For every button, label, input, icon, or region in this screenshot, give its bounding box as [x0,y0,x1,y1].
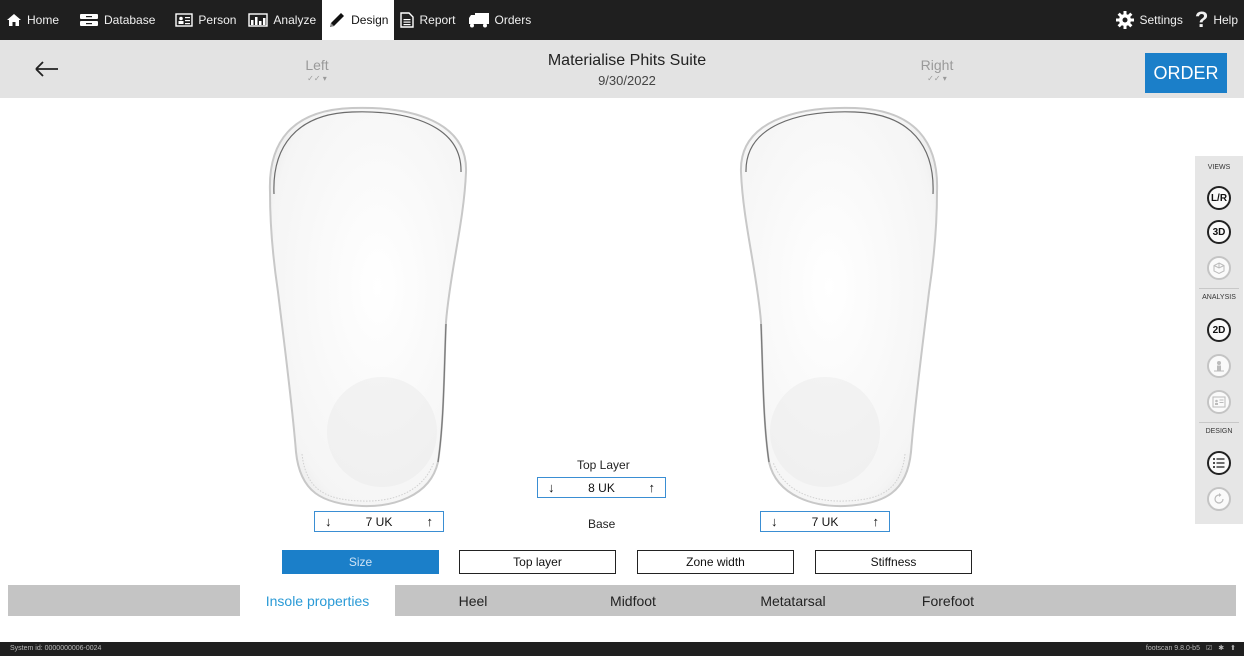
section-tab-bar: Insole properties Heel Midfoot Metatarsa… [8,585,1236,616]
design-section-label: DESIGN [1205,428,1233,435]
arrow-up-icon[interactable]: ↑ [427,514,434,529]
back-button[interactable] [32,54,62,84]
nav-report-label: Report [419,13,456,27]
base-label: Base [588,517,616,531]
top-layer-label: Top Layer [577,458,630,472]
nav-orders[interactable]: Orders [462,0,538,40]
right-foot-selector[interactable]: Right ✓✓ ▾ [897,57,977,83]
tab-heel[interactable]: Heel [428,585,518,616]
right-insole[interactable] [733,102,945,512]
nav-person-label: Person [198,13,237,27]
nav-orders-label: Orders [494,13,532,27]
reset-design-button[interactable] [1207,487,1231,511]
nav-database-label: Database [104,13,156,27]
database-icon [80,14,99,26]
home-icon [7,14,21,26]
right-foot-label: Right [920,57,954,73]
header-bar: Left ✓✓ ▾ Materialise Phits Suite 9/30/2… [0,40,1244,98]
analysis-section-label: ANALYSIS [1202,294,1236,301]
question-mark-icon: ? [1194,7,1209,32]
views-section-label: VIEWS [1207,164,1231,171]
person-card-icon [175,13,194,27]
nav-settings-label: Settings [1139,13,1183,27]
arrow-down-icon[interactable]: ↓ [771,514,778,529]
arrow-up-icon[interactable]: ↑ [649,480,656,495]
report-document-icon [400,12,415,28]
nav-analyze-label: Analyze [273,13,317,27]
3d-scan-view-button[interactable] [1207,256,1231,280]
nav-database[interactable]: Database [73,0,161,40]
arrow-down-icon[interactable]: ↓ [325,514,332,529]
arrow-down-icon[interactable]: ↓ [548,480,555,495]
refresh-icon [1214,493,1224,504]
person-analysis-button[interactable] [1207,354,1231,378]
tab-insole-properties[interactable]: Insole properties [240,585,395,616]
nav-home-label: Home [27,13,60,27]
left-size-stepper: ↓ 7 UK ↑ [314,511,444,532]
id-card-icon [1212,396,1226,408]
design-list-button[interactable] [1207,451,1231,475]
views-panel: VIEWS L/R 3D ANALYSIS 2D DESIGN [1195,156,1243,524]
left-right-view-button[interactable]: L/R [1207,186,1231,210]
system-id: System id: 0000000006-0024 [10,645,102,652]
title-block: Materialise Phits Suite 9/30/2022 [470,52,784,88]
right-size-value: 7 UK [811,514,839,529]
app-title: Materialise Phits Suite [547,52,707,69]
left-size-value: 7 UK [365,514,393,529]
id-card-analysis-button[interactable] [1207,390,1231,414]
property-stiffness-button[interactable]: Stiffness [815,550,972,574]
property-top-layer-button[interactable]: Top layer [459,550,616,574]
left-foot-label: Left [305,57,329,73]
nav-analyze[interactable]: Analyze [242,0,322,40]
property-zone-width-button[interactable]: Zone width [637,550,794,574]
property-size-button[interactable]: Size [282,550,439,574]
right-size-stepper: ↓ 7 UK ↑ [760,511,890,532]
session-date: 9/30/2022 [598,73,656,88]
checkbox-icon: ☑ [1205,645,1213,652]
list-icon [1213,458,1225,468]
pencil-icon [330,13,345,27]
2d-view-button[interactable]: 2D [1207,318,1231,342]
left-foot-selector[interactable]: Left ✓✓ ▾ [277,57,357,83]
nav-home[interactable]: Home [0,0,65,40]
version-label: footscan 9.8.0-b5 [1145,644,1200,652]
pin-icon: ⬆ [1230,645,1236,652]
top-layer-size-value: 8 UK [588,480,615,495]
top-layer-size-stepper: ↓ 8 UK ↑ [537,477,666,498]
nav-help[interactable]: ? Help [1189,0,1244,40]
nav-settings[interactable]: Settings [1109,0,1189,40]
nav-design-label: Design [351,13,389,27]
tab-metatarsal[interactable]: Metatarsal [733,585,853,616]
nav-help-label: Help [1213,13,1238,27]
double-check-dropdown-icon: ✓✓ ▾ [927,74,947,83]
app-window: Home Database Person Analyze Design Repo… [0,0,1244,656]
nav-design[interactable]: Design [322,0,395,40]
order-button[interactable]: ORDER [1145,53,1227,93]
status-bar: System id: 0000000006-0024 footscan 9.8.… [0,642,1244,656]
panel-divider [1199,288,1239,289]
top-navigation: Home Database Person Analyze Design Repo… [0,0,1244,40]
3d-view-button[interactable]: 3D [1207,220,1231,244]
nav-right-group: Settings ? Help [1109,0,1244,40]
tab-midfoot[interactable]: Midfoot [578,585,688,616]
nav-report[interactable]: Report [394,0,461,40]
arrow-left-icon [35,61,58,77]
truck-icon [468,13,489,28]
network-icon: ✱ [1218,645,1225,652]
arrow-up-icon[interactable]: ↑ [873,514,880,529]
analyze-chart-icon [248,13,269,27]
double-check-dropdown-icon: ✓✓ ▾ [307,74,327,83]
left-insole[interactable] [262,102,474,512]
tab-forefoot[interactable]: Forefoot [893,585,1003,616]
status-right: footscan 9.8.0-b5 ☑ ✱ ⬆ [1145,644,1236,653]
panel-divider [1199,422,1239,423]
person-icon [1214,361,1224,372]
cube-scan-icon [1213,262,1225,275]
nav-person[interactable]: Person [169,0,242,40]
gear-icon [1115,11,1134,29]
